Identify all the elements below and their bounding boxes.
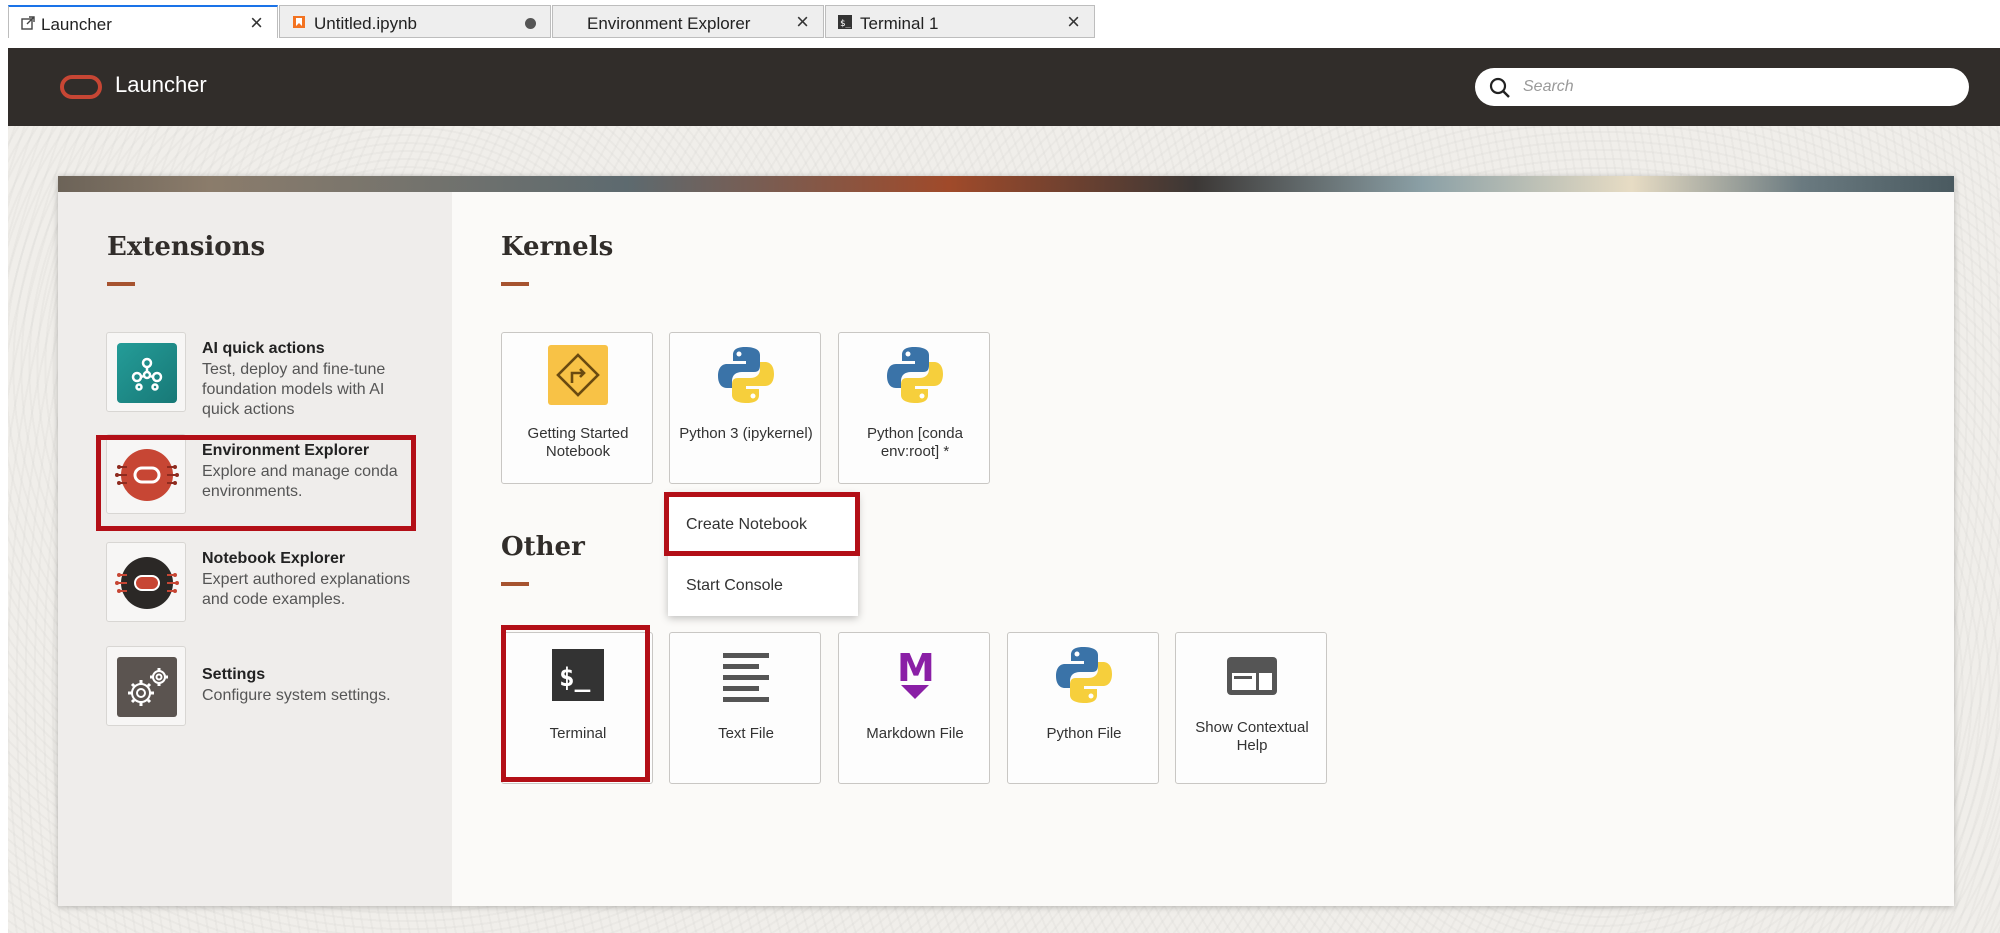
markdown-icon: M [897, 646, 935, 699]
close-icon[interactable]: × [250, 10, 263, 36]
extension-description: Configure system settings. [202, 687, 391, 704]
python-icon [887, 347, 943, 403]
ext-icon-box [106, 332, 186, 412]
unsaved-dot-icon [525, 18, 536, 29]
extension-settings[interactable]: Settings Configure system settings. [106, 646, 416, 726]
tab-terminal-1[interactable]: $_ Terminal 1 × [825, 5, 1095, 38]
extension-name: Notebook Explorer [202, 550, 346, 567]
close-icon[interactable]: × [796, 9, 809, 35]
extension-description: Expert authored explanations and code ex… [202, 571, 411, 608]
highlight-environment-explorer [96, 435, 416, 531]
terminal-icon: $_ [838, 15, 852, 29]
other-markdown-file[interactable]: M Markdown File [838, 632, 990, 784]
python-icon [1056, 647, 1112, 703]
notebook-explorer-icon [115, 557, 179, 609]
oracle-logo-icon [60, 75, 102, 99]
highlight-create-notebook [664, 492, 860, 556]
ai-quick-actions-icon [117, 343, 177, 403]
tile-label: Python [conda env:root] * [867, 425, 963, 460]
tab-label: Environment Explorer [587, 14, 751, 33]
app-header: Launcher [8, 48, 2000, 126]
extensions-underline [107, 282, 135, 286]
tile-label: Getting Started Notebook [527, 425, 629, 460]
launcher-icon [21, 16, 35, 30]
tab-label: Terminal 1 [860, 14, 939, 33]
other-python-file[interactable]: Python File [1007, 632, 1159, 784]
tile-label: Python 3 (ipykernel) [679, 425, 813, 442]
other-show-contextual-help[interactable]: Show Contextual Help [1175, 632, 1327, 784]
close-icon[interactable]: × [1067, 9, 1080, 35]
tab-untitled-notebook[interactable]: Untitled.ipynb [279, 5, 551, 38]
highlight-terminal [501, 625, 650, 782]
svg-text:$_: $_ [840, 19, 851, 29]
launcher-card: Extensions AI quick actions Test, deploy… [58, 176, 1954, 906]
search-input[interactable] [1523, 74, 1953, 100]
other-underline [501, 582, 529, 586]
extensions-title: Extensions [107, 232, 266, 262]
kernel-getting-started-notebook[interactable]: Getting Started Notebook [501, 332, 653, 484]
python-icon [718, 347, 774, 403]
extension-notebook-explorer[interactable]: Notebook Explorer Expert authored explan… [106, 542, 416, 622]
kernel-python-conda-root[interactable]: Python [conda env:root] * [838, 332, 990, 484]
search-icon [1489, 77, 1510, 98]
tile-label: Python File [1046, 725, 1122, 742]
contextual-help-icon [1227, 657, 1277, 695]
ext-icon-box [106, 646, 186, 726]
settings-gear-icon [117, 657, 177, 717]
left-edge [0, 48, 8, 933]
notebook-icon [293, 16, 305, 28]
header-title: Launcher [115, 72, 207, 97]
extension-name: Settings [202, 666, 266, 683]
text-file-icon [723, 653, 769, 702]
tile-label: Show Contextual Help [1195, 719, 1309, 754]
decorative-banner [58, 176, 1954, 192]
extension-name: AI quick actions [202, 340, 325, 357]
tab-label: Launcher [41, 15, 112, 34]
tab-label: Untitled.ipynb [314, 14, 418, 33]
kernels-underline [501, 282, 529, 286]
other-title: Other [501, 532, 585, 562]
other-text-file[interactable]: Text File [669, 632, 821, 784]
getting-started-icon [548, 345, 608, 405]
menu-item-start-console[interactable]: Start Console [686, 577, 783, 595]
tile-label: Text File [718, 725, 774, 742]
tab-environment-explorer[interactable]: Environment Explorer × [552, 5, 824, 38]
tab-launcher[interactable]: Launcher × [8, 5, 278, 38]
kernels-title: Kernels [501, 232, 614, 262]
search-box[interactable] [1475, 68, 1969, 106]
ext-icon-box [106, 542, 186, 622]
kernel-python-3-ipykernel[interactable]: Python 3 (ipykernel) [669, 332, 821, 484]
tile-label: Markdown File [866, 725, 964, 742]
tab-bar: Launcher × Untitled.ipynb Environment Ex… [0, 0, 2000, 48]
svg-text:M: M [897, 646, 935, 690]
extension-description: Test, deploy and fine-tune foundation mo… [202, 361, 386, 418]
extension-ai-quick-actions[interactable]: AI quick actions Test, deploy and fine-t… [106, 332, 416, 418]
